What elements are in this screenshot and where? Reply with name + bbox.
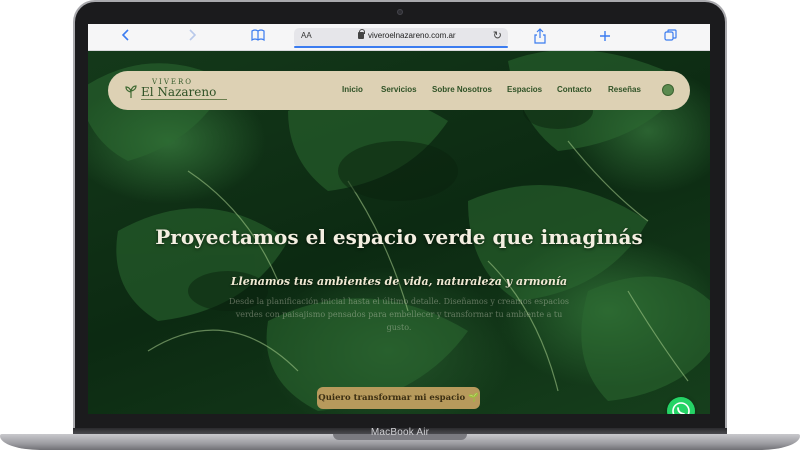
forward-icon[interactable]: [186, 28, 200, 46]
logo-name[interactable]: El Nazareno: [141, 85, 216, 99]
hero-headline: Proyectamos el espacio verde que imaginá…: [155, 225, 643, 249]
new-tab-icon[interactable]: [598, 28, 612, 46]
hero-subheadline: Llenamos tus ambientes de vida, naturale…: [230, 275, 568, 288]
nav-servicios[interactable]: Servicios: [381, 85, 417, 94]
hero-body-text: Desde la planificación inicial hasta el …: [229, 297, 569, 332]
cta-button[interactable]: Quiero transformar mi espacio 🌱: [317, 387, 480, 409]
nav-menu-button[interactable]: [662, 84, 674, 96]
share-icon[interactable]: [533, 28, 547, 46]
site-navbar: VIVERO El Nazareno Inicio Servicios Sobr…: [108, 71, 690, 110]
reader-aa-button[interactable]: AA: [301, 31, 312, 40]
nav-contacto[interactable]: Contacto: [557, 85, 592, 94]
lock-icon: [358, 29, 365, 39]
camera: [397, 9, 403, 15]
nav-inicio[interactable]: Inicio: [342, 85, 363, 94]
tabs-icon[interactable]: [663, 28, 677, 46]
reload-icon[interactable]: ↻: [493, 29, 502, 42]
logo-underline: [141, 99, 227, 100]
load-progress-bar: [294, 46, 508, 48]
browser-toolbar: AA viveroelnazareno.com.ar ↻: [88, 24, 710, 51]
back-icon[interactable]: [118, 28, 132, 46]
url-text[interactable]: viveroelnazareno.com.ar: [368, 31, 456, 40]
nav-resenas[interactable]: Reseñas: [608, 85, 641, 94]
nav-sobre-nosotros[interactable]: Sobre Nosotros: [432, 85, 492, 94]
device-label: MacBook Air: [370, 427, 430, 438]
nav-espacios[interactable]: Espacios: [507, 85, 542, 94]
hero-section: VIVERO El Nazareno Inicio Servicios Sobr…: [88, 51, 710, 414]
browser-screen: AA viveroelnazareno.com.ar ↻ VIVERO El N…: [88, 24, 710, 414]
bookmarks-icon[interactable]: [250, 28, 266, 46]
whatsapp-icon: [672, 402, 690, 414]
leaf-logo-icon: [125, 85, 137, 98]
whatsapp-button[interactable]: [667, 397, 695, 414]
address-bar[interactable]: AA viveroelnazareno.com.ar ↻: [294, 28, 508, 48]
